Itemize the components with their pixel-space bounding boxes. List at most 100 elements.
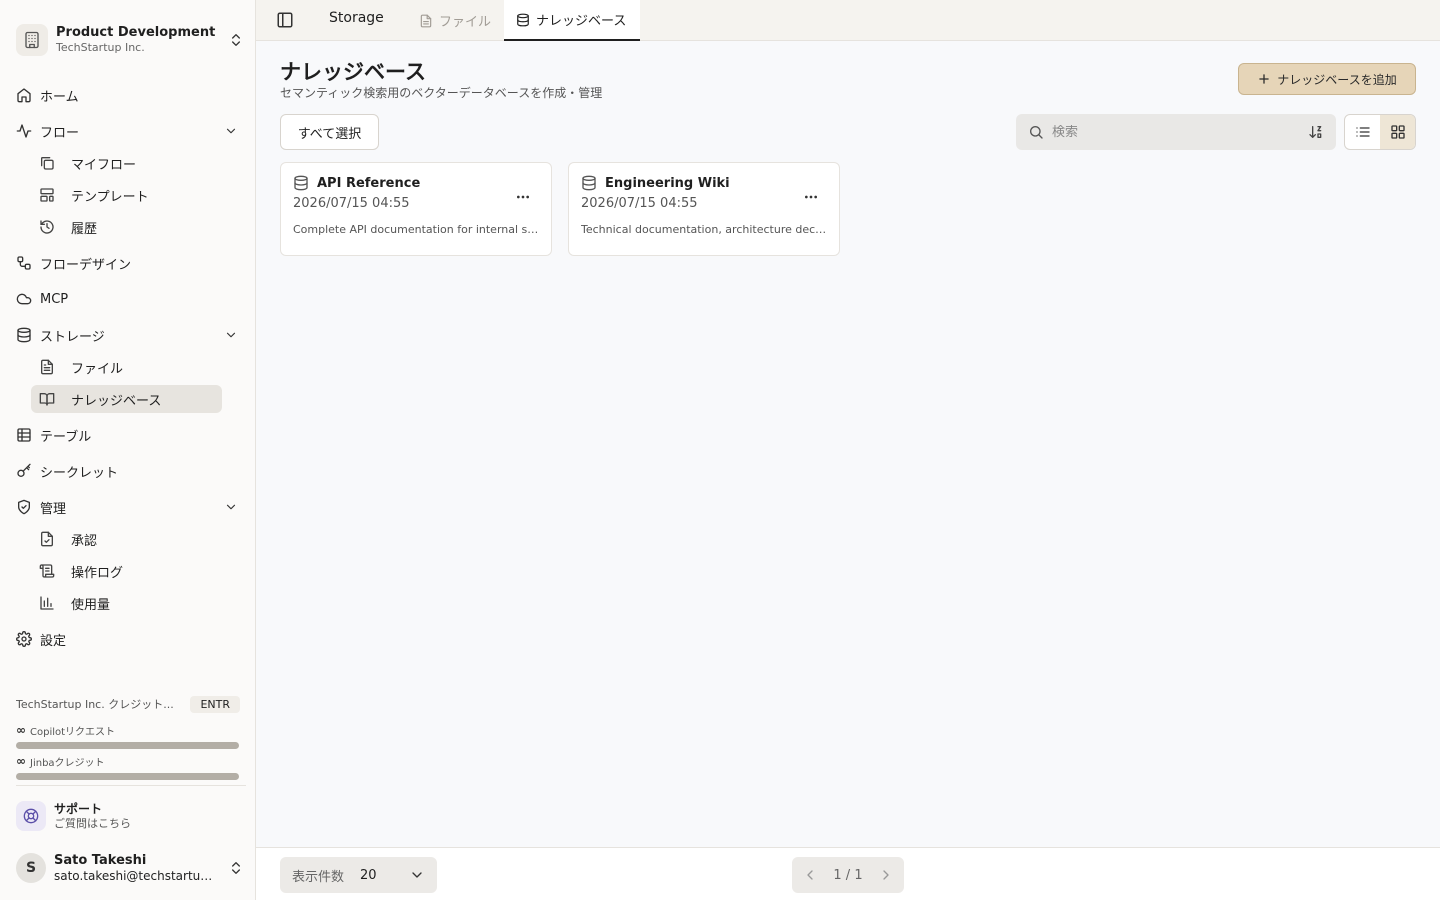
credit-jinba: ∞ Jinbaクレジット — [16, 754, 239, 780]
tab-knowledge-base-label: ナレッジベース — [536, 14, 627, 29]
nav-history-label: 履歴 — [71, 221, 98, 237]
nav-knowledge-base[interactable]: ナレッジベース — [31, 385, 222, 413]
nav-secret-label: シークレット — [40, 465, 119, 481]
card-description: Complete API documentation for internal … — [293, 223, 539, 236]
nav-storage[interactable]: ストレージ — [16, 321, 240, 349]
pagination: 1 / 1 — [792, 857, 904, 893]
search-box — [1016, 114, 1336, 150]
cloud-icon — [16, 291, 32, 307]
chevron-left-icon[interactable] — [802, 867, 818, 883]
nav-usage-label: 使用量 — [71, 597, 111, 613]
user-menu[interactable]: S Sato Takeshi sato.takeshi@techstartup.… — [16, 852, 244, 884]
workspace-name: Product Development — [56, 25, 216, 40]
shield-check-icon — [16, 499, 32, 515]
search-input[interactable] — [1052, 124, 1308, 140]
chevron-down-icon — [224, 500, 238, 514]
page-title: ナレッジベース — [280, 60, 426, 84]
nav-my-flow-label: マイフロー — [71, 157, 137, 173]
workflow-icon — [16, 255, 32, 271]
copy-icon — [39, 155, 55, 171]
card-title: API Reference — [317, 175, 421, 191]
nav-secret[interactable]: シークレット — [16, 457, 240, 485]
grid-view-icon[interactable] — [1380, 115, 1415, 149]
sidebar-toggle-icon[interactable] — [276, 11, 296, 31]
sort-icon[interactable] — [1308, 124, 1324, 140]
nav-knowledge-base-label: ナレッジベース — [71, 393, 162, 409]
infinity-icon: ∞ — [16, 754, 26, 768]
credit-copilot-bar — [16, 742, 239, 749]
nav-mcp[interactable]: MCP — [16, 285, 240, 313]
search-icon — [1028, 124, 1044, 140]
nav-my-flow[interactable]: マイフロー — [31, 149, 222, 177]
workspace-org: TechStartup Inc. — [56, 41, 145, 54]
nav-admin[interactable]: 管理 — [16, 493, 240, 521]
key-icon — [16, 463, 32, 479]
nav-home[interactable]: ホーム — [16, 81, 240, 109]
knowledge-base-card[interactable]: API Reference 2026/07/15 04:55 Complete … — [280, 162, 552, 256]
sidebar-divider — [16, 785, 246, 786]
nav-settings[interactable]: 設定 — [16, 625, 240, 653]
chevrons-up-down-icon — [228, 32, 244, 48]
per-page-value: 20 — [360, 867, 377, 883]
footer: 表示件数 20 1 / 1 — [256, 847, 1440, 900]
credit-jinba-fill — [16, 773, 239, 780]
credits-title: TechStartup Inc. クレジット... — [16, 698, 174, 711]
nav-files[interactable]: ファイル — [31, 353, 222, 381]
credit-copilot-fill — [16, 742, 239, 749]
select-all-button[interactable]: すべて選択 — [280, 114, 379, 150]
file-text-icon — [39, 359, 55, 375]
tab-knowledge-base[interactable]: ナレッジベース — [504, 0, 640, 41]
nav-files-label: ファイル — [71, 361, 124, 377]
add-knowledge-base-button[interactable]: ナレッジベースを追加 — [1238, 63, 1416, 95]
more-options-icon[interactable] — [515, 189, 531, 205]
bar-chart-icon — [39, 595, 55, 611]
nav-flow-design-label: フローデザイン — [40, 257, 132, 273]
credit-copilot: ∞ Copilotリクエスト — [16, 723, 239, 749]
nav-admin-label: 管理 — [40, 501, 67, 517]
per-page-select[interactable]: 表示件数 20 — [280, 857, 437, 893]
nav-flow-label: フロー — [40, 125, 80, 141]
database-icon — [293, 175, 309, 191]
card-title: Engineering Wiki — [605, 175, 730, 191]
nav-flow[interactable]: フロー — [16, 117, 240, 145]
per-page-label: 表示件数 — [292, 869, 345, 885]
history-icon — [39, 219, 55, 235]
credit-jinba-bar — [16, 773, 239, 780]
building-icon — [16, 24, 48, 56]
knowledge-base-card[interactable]: Engineering Wiki 2026/07/15 04:55 Techni… — [568, 162, 840, 256]
tab-files[interactable]: ファイル — [407, 0, 503, 41]
chevron-down-icon — [409, 867, 425, 883]
nav-storage-label: ストレージ — [40, 329, 105, 345]
book-open-icon — [39, 391, 55, 407]
nav-operation-log[interactable]: 操作ログ — [31, 557, 222, 585]
nav-mcp-label: MCP — [40, 291, 69, 307]
nav-history[interactable]: 履歴 — [31, 213, 222, 241]
support-link[interactable]: サポート ご質問はこちら — [16, 800, 240, 832]
file-check-icon — [39, 531, 55, 547]
nav-templates[interactable]: テンプレート — [31, 181, 222, 209]
list-view-icon[interactable] — [1345, 115, 1380, 149]
nav-approval[interactable]: 承認 — [31, 525, 222, 553]
sidebar: Product Development TechStartup Inc. ホーム… — [0, 0, 256, 900]
tab-files-label: ファイル — [439, 15, 492, 30]
infinity-icon: ∞ — [16, 723, 26, 737]
activity-icon — [16, 123, 32, 139]
nav-operation-log-label: 操作ログ — [71, 565, 124, 581]
database-icon — [16, 327, 32, 343]
nav-usage[interactable]: 使用量 — [31, 589, 222, 617]
view-toggle — [1344, 114, 1416, 150]
nav-settings-label: 設定 — [40, 633, 67, 649]
nav-table[interactable]: テーブル — [16, 421, 240, 449]
workspace-switcher[interactable]: Product Development TechStartup Inc. — [16, 22, 244, 58]
user-email: sato.takeshi@techstartup.com — [54, 868, 214, 883]
more-options-icon[interactable] — [803, 189, 819, 205]
chevron-down-icon — [224, 328, 238, 342]
support-title: サポート — [54, 801, 103, 816]
chevron-right-icon[interactable] — [878, 867, 894, 883]
nav-templates-label: テンプレート — [71, 189, 149, 205]
breadcrumb-storage[interactable]: Storage — [329, 10, 384, 26]
avatar: S — [16, 853, 46, 883]
database-icon — [581, 175, 597, 191]
nav-flow-design[interactable]: フローデザイン — [16, 249, 240, 277]
main-content: ナレッジベース セマンティック検索用のベクターデータベースを作成・管理 ナレッジ… — [256, 41, 1440, 847]
